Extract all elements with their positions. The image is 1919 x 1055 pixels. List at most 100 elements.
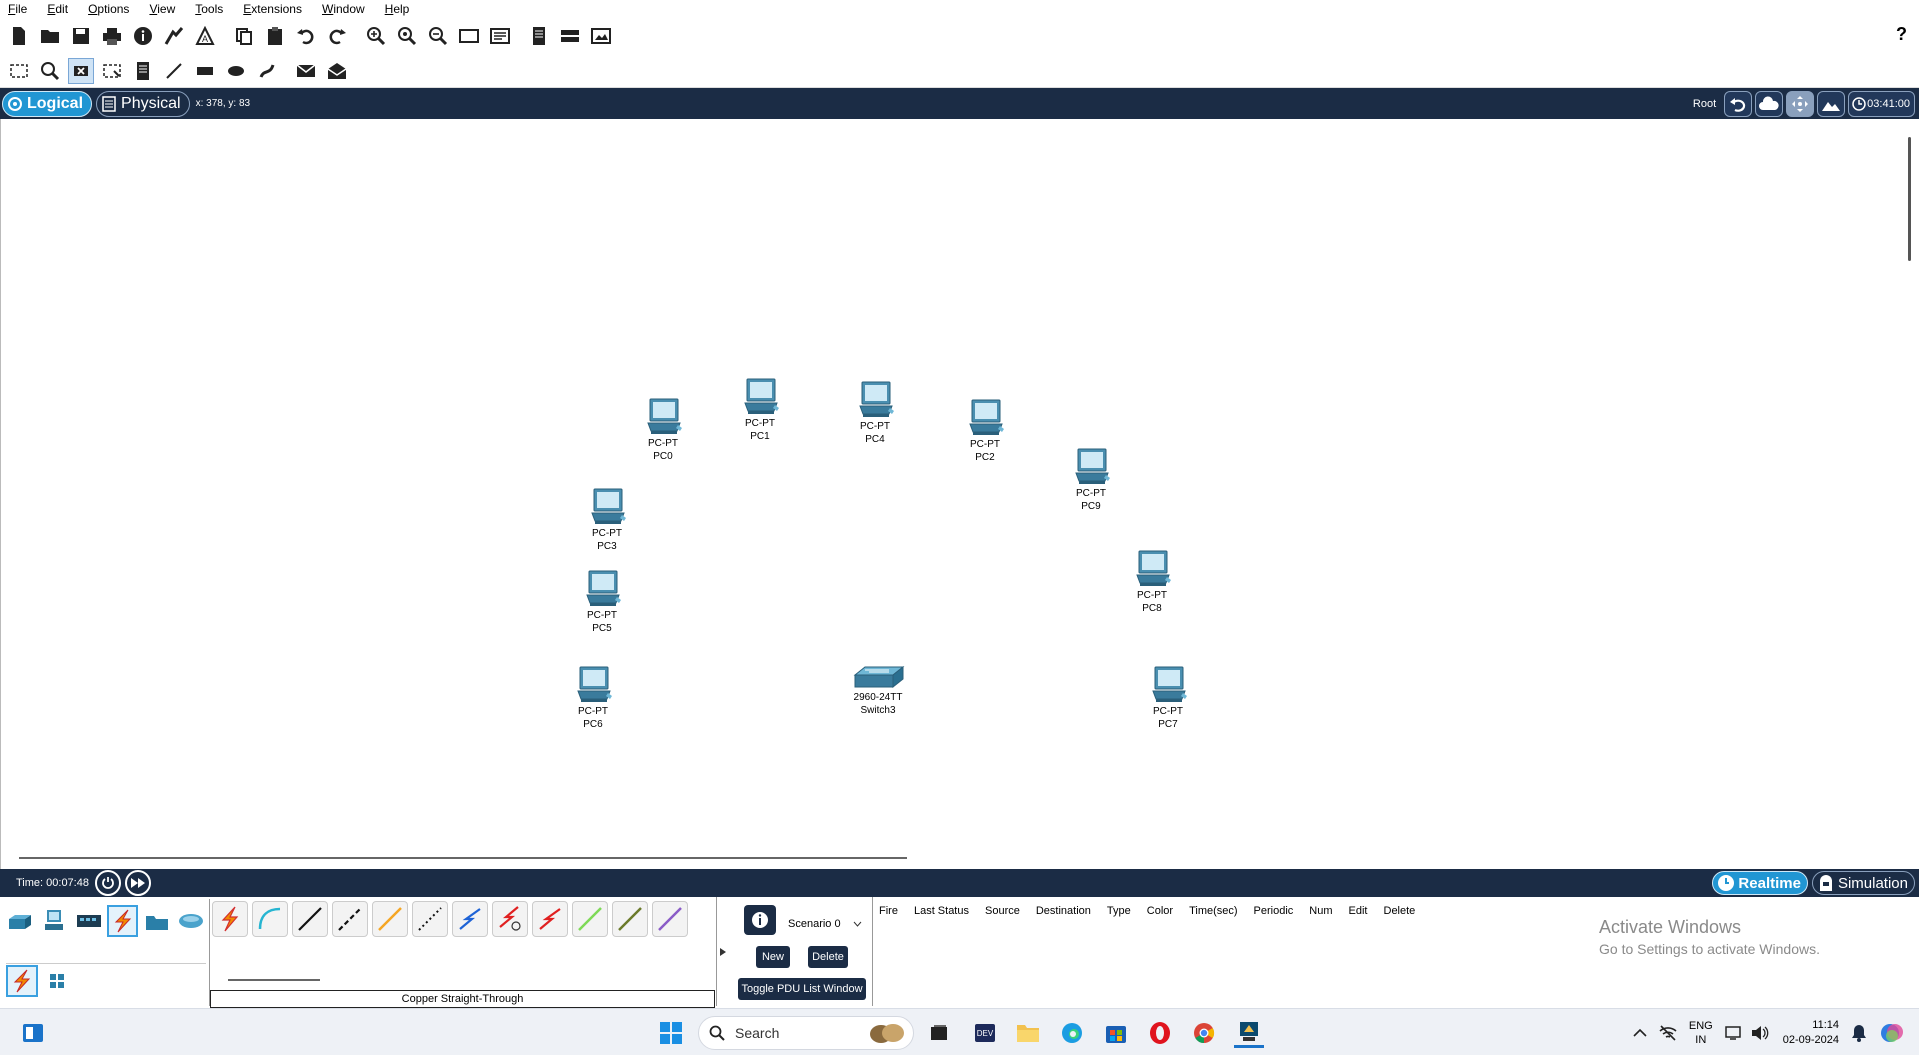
- device-pc7[interactable]: PC-PT PC7: [1138, 665, 1198, 731]
- print-icon[interactable]: [99, 23, 125, 49]
- drawing-palette-icon[interactable]: [456, 23, 482, 49]
- connections-subtype-icon[interactable]: [6, 965, 38, 997]
- iot-custom-cable-icon[interactable]: [612, 901, 648, 937]
- device-pc5[interactable]: PC-PT PC5: [572, 569, 632, 635]
- connections-scrollbar[interactable]: [228, 979, 320, 981]
- redo-icon[interactable]: [324, 23, 350, 49]
- activity-wizard-icon[interactable]: A: [192, 23, 218, 49]
- vertical-scrollbar[interactable]: [1908, 137, 1911, 261]
- open-folder-icon[interactable]: [37, 23, 63, 49]
- components-icon[interactable]: [74, 905, 105, 937]
- phone-cable-icon[interactable]: [412, 901, 448, 937]
- menu-tools[interactable]: Tools: [195, 2, 223, 16]
- network-devices-icon[interactable]: [6, 905, 37, 937]
- chevron-up-icon[interactable]: [1633, 1028, 1647, 1038]
- horizontal-scrollbar[interactable]: [19, 857, 907, 859]
- viewport-clock[interactable]: 03:41:00: [1848, 90, 1915, 117]
- realtime-button[interactable]: Realtime: [1712, 871, 1808, 895]
- volume-icon[interactable]: [1751, 1025, 1769, 1041]
- display-icon[interactable]: [1724, 1025, 1743, 1041]
- device-template-icon[interactable]: [557, 23, 583, 49]
- new-scenario-button[interactable]: New: [756, 946, 790, 968]
- scenario-info-button[interactable]: [744, 905, 776, 935]
- add-simple-pdu-icon[interactable]: [293, 58, 319, 84]
- widgets-icon[interactable]: [18, 1018, 48, 1048]
- network-offline-icon[interactable]: [1659, 1025, 1677, 1041]
- device-pc2[interactable]: PC-PT PC2: [955, 398, 1015, 464]
- new-cluster-icon[interactable]: [1755, 90, 1784, 117]
- dev-home-icon[interactable]: DEV: [970, 1018, 1000, 1048]
- simulation-button[interactable]: Simulation: [1811, 871, 1915, 895]
- new-file-icon[interactable]: [6, 23, 32, 49]
- menu-window[interactable]: Window: [322, 2, 365, 16]
- draw-ellipse-icon[interactable]: [223, 58, 249, 84]
- miscellaneous-icon[interactable]: [141, 905, 172, 937]
- resize-shape-icon[interactable]: [99, 58, 125, 84]
- automatic-connection-icon[interactable]: [212, 901, 248, 937]
- power-cycle-button[interactable]: [94, 870, 121, 896]
- chrome-icon[interactable]: [1189, 1018, 1219, 1048]
- packet-tracer-icon[interactable]: [1234, 1018, 1264, 1048]
- zoom-reset-icon[interactable]: [394, 23, 420, 49]
- delete-scenario-button[interactable]: Delete: [808, 946, 848, 968]
- zoom-out-icon[interactable]: [425, 23, 451, 49]
- undo-icon[interactable]: [293, 23, 319, 49]
- device-switch3[interactable]: 2960-24TT Switch3: [848, 665, 908, 717]
- info-icon[interactable]: [130, 23, 156, 49]
- move-object-icon[interactable]: [1786, 90, 1815, 117]
- viewport-icon[interactable]: [526, 23, 552, 49]
- logical-workspace[interactable]: PC-PT PC0 PC-PT PC1 PC-PT PC4 PC-PT PC2 PC-PT PC9…: [0, 119, 1919, 869]
- grid-icon[interactable]: [41, 965, 73, 997]
- device-pc1[interactable]: PC-PT PC1: [730, 377, 790, 443]
- device-pc0[interactable]: PC-PT PC0: [633, 397, 693, 463]
- help-icon[interactable]: ?: [1896, 24, 1907, 45]
- pt-web-icon[interactable]: [588, 23, 614, 49]
- zoom-in-icon[interactable]: [363, 23, 389, 49]
- tab-logical[interactable]: Logical: [2, 90, 93, 117]
- set-tiled-background-icon[interactable]: [1817, 90, 1846, 117]
- device-pc6[interactable]: PC-PT PC6: [563, 665, 623, 731]
- inspect-icon[interactable]: [37, 58, 63, 84]
- menu-help[interactable]: Help: [385, 2, 410, 16]
- device-pc4[interactable]: PC-PT PC4: [845, 380, 905, 446]
- copy-icon[interactable]: [231, 23, 257, 49]
- custom-devices-icon[interactable]: [487, 23, 513, 49]
- coaxial-cable-icon[interactable]: [452, 901, 488, 937]
- device-pc9[interactable]: PC-PT PC9: [1061, 447, 1121, 513]
- select-icon[interactable]: [6, 58, 32, 84]
- file-explorer-icon[interactable]: [1013, 1018, 1043, 1048]
- console-cable-icon[interactable]: [252, 901, 288, 937]
- opera-icon[interactable]: [1145, 1018, 1175, 1048]
- microsoft-store-icon[interactable]: [1101, 1018, 1131, 1048]
- language-indicator[interactable]: ENG IN: [1689, 1019, 1713, 1047]
- menu-options[interactable]: Options: [88, 2, 129, 16]
- draw-line-icon[interactable]: [161, 58, 187, 84]
- panel-collapse-toggle[interactable]: [716, 897, 728, 1006]
- copper-straight-through-icon[interactable]: [292, 901, 328, 937]
- usb-cable-icon[interactable]: [652, 901, 688, 937]
- device-pc3[interactable]: PC-PT PC3: [577, 487, 637, 553]
- save-icon[interactable]: [68, 23, 94, 49]
- serial-dce-icon[interactable]: [492, 901, 528, 937]
- end-devices-icon[interactable]: [40, 905, 71, 937]
- copilot-icon[interactable]: [1879, 1020, 1905, 1046]
- multiuser-connection-icon[interactable]: [175, 905, 206, 937]
- paste-icon[interactable]: [262, 23, 288, 49]
- menu-file[interactable]: File: [8, 2, 27, 16]
- scenario-select[interactable]: Scenario 0: [786, 915, 864, 933]
- place-note-icon[interactable]: [130, 58, 156, 84]
- tab-physical[interactable]: Physical: [96, 90, 190, 117]
- back-icon[interactable]: [1724, 90, 1753, 117]
- menu-extensions[interactable]: Extensions: [243, 2, 302, 16]
- edge-icon[interactable]: [1057, 1018, 1087, 1048]
- serial-dte-icon[interactable]: [532, 901, 568, 937]
- toggle-pdu-list-button[interactable]: Toggle PDU List Window: [738, 978, 866, 1000]
- task-view-icon[interactable]: [924, 1018, 954, 1048]
- fiber-icon[interactable]: [372, 901, 408, 937]
- menu-view[interactable]: View: [149, 2, 175, 16]
- draw-rectangle-icon[interactable]: [192, 58, 218, 84]
- notification-bell-icon[interactable]: [1851, 1024, 1867, 1042]
- start-icon[interactable]: [656, 1018, 686, 1048]
- taskbar-search[interactable]: Search: [698, 1016, 914, 1050]
- menu-edit[interactable]: Edit: [47, 2, 68, 16]
